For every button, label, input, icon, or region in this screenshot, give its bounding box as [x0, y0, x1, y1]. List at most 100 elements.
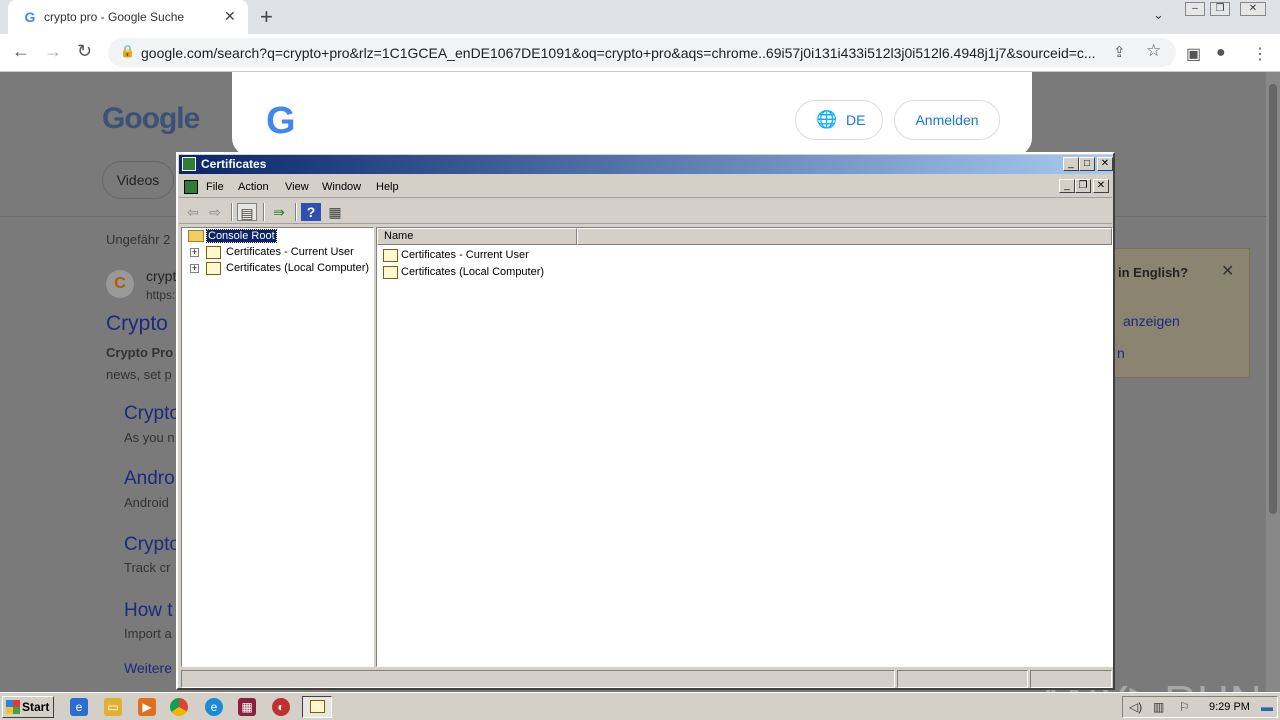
site-avatar: C	[106, 270, 134, 298]
system-tray: ◁) ▥ ⚐ 9:29 PM ▬	[1122, 696, 1278, 718]
side-panel-icon[interactable]: ▣	[1186, 44, 1201, 64]
taskbar: Start e ▭ ▶ e ▦ ◐ ◁) ▥ ⚐ 9:29 PM ▬	[0, 692, 1280, 720]
bookmark-star-icon[interactable]: ☆	[1146, 41, 1161, 61]
menu-view[interactable]: View	[285, 181, 309, 193]
url-text[interactable]: google.com/search?q=crypto+pro&rlz=1C1GC…	[141, 45, 1111, 61]
mmc-toolbar: ⇦ ⇨ ▤ ⇛ ? ▦	[179, 200, 1112, 224]
sublink-title[interactable]: How t	[124, 600, 173, 622]
tree-node-console-root[interactable]: Console Root	[182, 229, 372, 245]
status-cell	[897, 670, 1028, 688]
column-header-name[interactable]: Name	[377, 228, 577, 245]
sublink-title[interactable]: Crypto	[124, 403, 180, 425]
chrome-icon[interactable]	[170, 698, 188, 716]
forward-arrow-icon[interactable]: ⇨	[205, 203, 225, 221]
folder-icon	[188, 230, 204, 242]
clock[interactable]: 9:29 PM	[1209, 701, 1250, 713]
restore-browser-icon[interactable]: ❐	[1210, 2, 1230, 16]
translate-link-fragment[interactable]: n	[1117, 345, 1125, 361]
tree-node-local-computer[interactable]: + Certificates (Local Computer)	[182, 261, 372, 277]
toolbar-separator	[263, 203, 265, 221]
export-list-icon[interactable]: ⇛	[269, 203, 289, 221]
window-title: Certificates	[201, 157, 267, 171]
browser-tab[interactable]: G crypto pro - Google Suche ✕	[8, 0, 248, 34]
certificates-taskbar-button[interactable]	[302, 696, 332, 718]
close-tab-icon[interactable]: ✕	[224, 8, 236, 25]
action-center-flag-icon[interactable]: ⚐	[1179, 700, 1190, 714]
forward-icon[interactable]: →	[44, 41, 62, 62]
window-titlebar[interactable]: Certificates _ □ ✕	[179, 155, 1113, 174]
translate-prompt: in English? ✕ anzeigen n	[1100, 248, 1250, 378]
maximize-icon[interactable]: □	[1079, 157, 1095, 171]
page-scrollbar[interactable]	[1266, 72, 1280, 692]
back-arrow-icon[interactable]: ⇦	[183, 203, 203, 221]
properties-icon[interactable]: ▦	[325, 203, 345, 221]
profile-icon[interactable]: ●	[1216, 44, 1226, 62]
volume-icon[interactable]: ◁)	[1129, 700, 1142, 714]
more-results-link[interactable]: Weitere	[124, 660, 172, 676]
child-restore-icon[interactable]: ❐	[1075, 179, 1091, 193]
new-tab-icon[interactable]: +	[260, 4, 273, 30]
lock-icon[interactable]: 🔒	[120, 44, 135, 58]
column-header-empty[interactable]	[577, 228, 1112, 245]
explorer-folder-icon[interactable]: ▭	[104, 698, 122, 716]
videos-filter-pill[interactable]: Videos	[102, 161, 174, 199]
close-icon[interactable]: ✕	[1097, 157, 1113, 171]
site-url[interactable]: https:	[146, 288, 175, 302]
child-minimize-icon[interactable]: _	[1059, 179, 1075, 193]
results-count: Ungefähr 2	[106, 232, 171, 247]
google-logo[interactable]: Google	[102, 102, 200, 136]
certificate-icon	[206, 262, 221, 275]
menu-window[interactable]: Window	[322, 181, 361, 193]
certificate-icon	[310, 700, 325, 713]
sublink-title[interactable]: Crypto	[124, 534, 180, 556]
list-item[interactable]: Certificates - Current User	[381, 248, 681, 264]
console-menu-icon[interactable]	[184, 180, 198, 194]
internet-explorer-icon[interactable]: e	[70, 698, 88, 716]
minimize-browser-icon[interactable]: –	[1185, 2, 1205, 16]
menu-help[interactable]: Help	[376, 181, 399, 193]
antivirus-icon[interactable]: ◐	[272, 698, 290, 716]
language-label: DE	[846, 112, 866, 128]
network-icon[interactable]: ▥	[1153, 700, 1164, 714]
tab-search-icon[interactable]: ⌄	[1153, 7, 1164, 23]
windows-logo-icon	[6, 700, 20, 714]
address-toolbar: ← → ↻ 🔒 google.com/search?q=crypto+pro&r…	[0, 34, 1280, 72]
sublink-title[interactable]: Andro	[124, 468, 175, 490]
mmc-console-icon	[182, 157, 196, 171]
list-item-label[interactable]: Certificates (Local Computer)	[401, 266, 544, 278]
show-desktop-icon[interactable]: ▬	[1261, 700, 1273, 714]
menu-action[interactable]: Action	[238, 181, 269, 193]
expand-icon[interactable]: +	[190, 248, 199, 257]
tree-label[interactable]: Certificates - Current User	[226, 246, 354, 258]
close-icon[interactable]: ✕	[1221, 261, 1234, 281]
result-title[interactable]: Crypto	[106, 312, 168, 336]
menu-bar: File Action View Window Help _ ❐ ✕	[179, 176, 1112, 198]
close-browser-icon[interactable]: ✕	[1240, 2, 1266, 16]
back-icon[interactable]: ←	[12, 41, 30, 62]
site-name[interactable]: crypt	[146, 268, 176, 284]
language-button[interactable]: 🌐 DE	[795, 100, 883, 140]
tree-label[interactable]: Console Root	[206, 229, 277, 243]
share-icon[interactable]: ⇪	[1113, 43, 1126, 61]
media-player-icon[interactable]: ▶	[138, 698, 156, 716]
help-icon[interactable]: ?	[301, 203, 321, 221]
list-item[interactable]: Certificates (Local Computer)	[381, 265, 681, 281]
show-hide-tree-icon[interactable]: ▤	[237, 203, 257, 221]
omnibox[interactable]: 🔒 google.com/search?q=crypto+pro&rlz=1C1…	[108, 38, 1176, 67]
tree-node-current-user[interactable]: + Certificates - Current User	[182, 245, 372, 261]
menu-kebab-icon[interactable]: ⋮	[1252, 44, 1268, 64]
sign-in-button[interactable]: Anmelden	[894, 100, 1000, 140]
winrar-icon[interactable]: ▦	[238, 698, 256, 716]
tree-label[interactable]: Certificates (Local Computer)	[226, 262, 369, 274]
google-g-icon: G	[266, 100, 296, 142]
minimize-icon[interactable]: _	[1063, 157, 1079, 171]
start-button[interactable]: Start	[2, 696, 54, 718]
expand-icon[interactable]: +	[190, 264, 199, 273]
menu-file[interactable]: File	[206, 181, 224, 193]
scrollbar-thumb[interactable]	[1269, 84, 1277, 514]
child-close-icon[interactable]: ✕	[1093, 179, 1109, 193]
edge-icon[interactable]: e	[205, 698, 223, 716]
translate-show-link[interactable]: anzeigen	[1123, 313, 1180, 329]
list-item-label[interactable]: Certificates - Current User	[401, 249, 529, 261]
reload-icon[interactable]: ↻	[77, 41, 92, 62]
